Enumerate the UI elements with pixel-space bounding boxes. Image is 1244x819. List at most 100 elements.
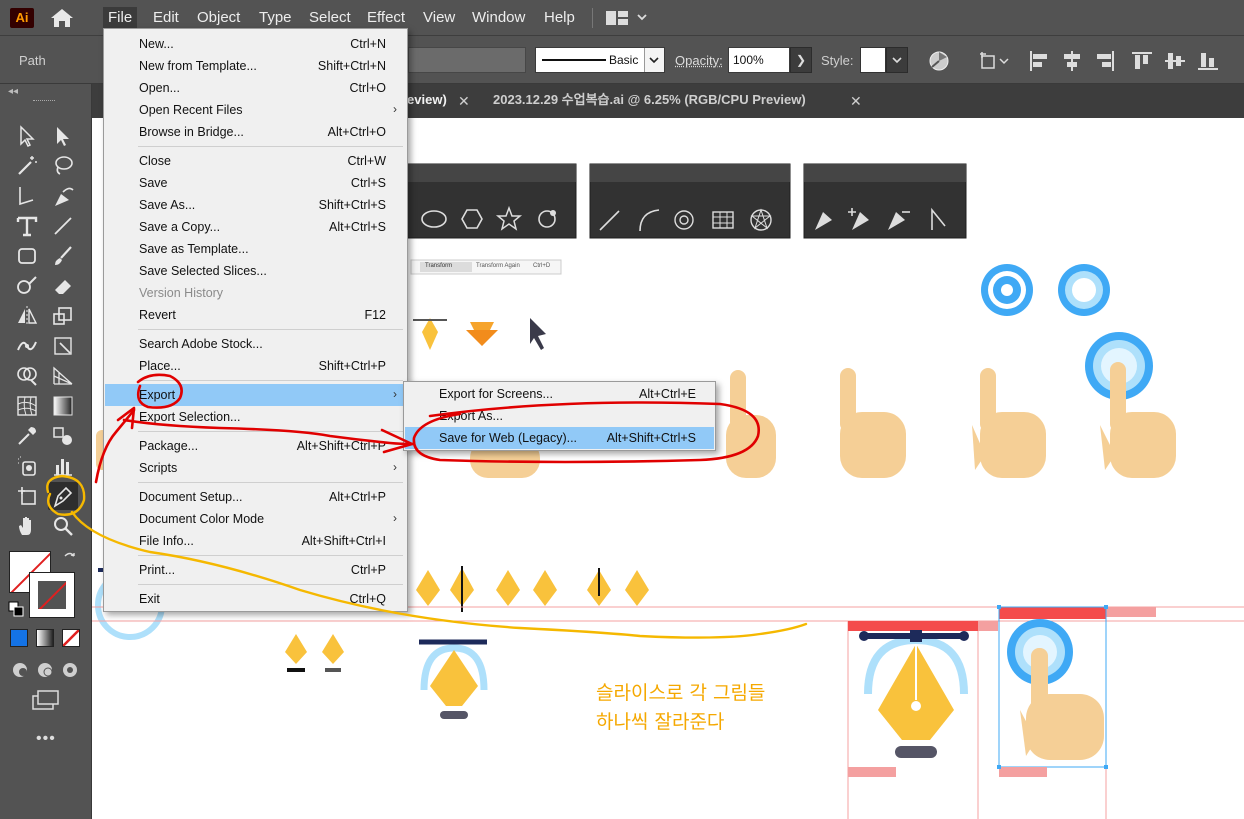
color-mode-button[interactable] (10, 629, 28, 647)
stroke-profile-select[interactable]: Basic (535, 47, 665, 73)
menu-item-export[interactable]: Export › (105, 384, 406, 406)
collapse-icon[interactable]: ◂◂ (8, 86, 18, 97)
mesh-tool-icon[interactable] (12, 392, 42, 420)
menu-item-save-template[interactable]: Save as Template... (105, 238, 406, 260)
menu-item-export-for-screens[interactable]: Export for Screens... Alt+Ctrl+E (405, 383, 714, 405)
menu-effect[interactable]: Effect (362, 7, 410, 29)
artboard-tool-icon[interactable] (12, 482, 42, 510)
menu-item-scripts[interactable]: Scripts › (105, 457, 406, 479)
menu-file[interactable]: File (103, 7, 138, 29)
hand-tool-icon[interactable] (12, 512, 42, 540)
menu-item-save-slices[interactable]: Save Selected Slices... (105, 260, 406, 282)
gradient-tool-icon[interactable] (48, 392, 78, 420)
style-swatch[interactable] (860, 47, 886, 73)
menu-item-search-stock[interactable]: Search Adobe Stock... (105, 333, 406, 355)
menu-item-export-selection[interactable]: Export Selection... (105, 406, 406, 428)
eyedropper-tool-icon[interactable] (12, 422, 42, 450)
menu-item-save-for-web[interactable]: Save for Web (Legacy)... Alt+Shift+Ctrl+S (405, 427, 714, 449)
perspective-grid-tool-icon[interactable] (48, 362, 78, 390)
menu-item-print[interactable]: Print... Ctrl+P (105, 559, 406, 581)
blend-tool-icon[interactable] (48, 422, 78, 450)
default-colors-icon[interactable] (8, 601, 24, 617)
selection-tool-icon[interactable] (12, 122, 42, 150)
menu-view[interactable]: View (418, 7, 460, 29)
symbol-sprayer-tool-icon[interactable] (12, 452, 42, 480)
direct-selection-tool-icon[interactable] (48, 122, 78, 150)
menu-item-new[interactable]: New... Ctrl+N (105, 33, 406, 55)
paintbrush-tool-icon[interactable] (48, 242, 78, 270)
chevron-down-icon[interactable] (886, 47, 908, 73)
workspace-grid-icon[interactable] (605, 9, 651, 27)
opacity-arrow-icon[interactable]: ❯ (790, 47, 812, 73)
type-tool-icon[interactable] (12, 212, 42, 240)
column-graph-tool-icon[interactable] (48, 452, 78, 480)
menu-item-save-as[interactable]: Save As... Shift+Ctrl+S (105, 194, 406, 216)
lasso-tool-icon[interactable] (48, 152, 78, 180)
direct-select-plus-icon[interactable] (12, 182, 42, 210)
align-top-icon[interactable] (1131, 50, 1153, 72)
menu-item-package[interactable]: Package... Alt+Shift+Ctrl+P (105, 435, 406, 457)
menu-edit[interactable]: Edit (148, 7, 184, 29)
shape-builder-tool-icon[interactable] (12, 362, 42, 390)
transform-icon[interactable] (978, 50, 1012, 72)
menu-item-file-info[interactable]: File Info... Alt+Shift+Ctrl+I (105, 530, 406, 552)
chevron-down-icon[interactable] (644, 48, 664, 72)
menu-object[interactable]: Object (192, 7, 245, 29)
menu-item-exit[interactable]: Exit Ctrl+Q (105, 588, 406, 610)
width-tool-icon[interactable] (12, 332, 42, 360)
magic-wand-tool-icon[interactable] (12, 152, 42, 180)
menu-select[interactable]: Select (304, 7, 356, 29)
menu-item-document-color-mode[interactable]: Document Color Mode › (105, 508, 406, 530)
stroke-swatch[interactable] (29, 572, 75, 618)
align-right-icon[interactable] (1094, 50, 1116, 72)
eraser-tool-icon[interactable] (48, 272, 78, 300)
opacity-input[interactable]: 100% (728, 47, 790, 73)
menu-item-close[interactable]: Close Ctrl+W (105, 150, 406, 172)
menu-item-open[interactable]: Open... Ctrl+O (105, 77, 406, 99)
menu-shortcut: Ctrl+N (350, 37, 386, 51)
menu-item-save[interactable]: Save Ctrl+S (105, 172, 406, 194)
menu-item-revert[interactable]: Revert F12 (105, 304, 406, 326)
align-bottom-icon[interactable] (1197, 50, 1219, 72)
menu-type[interactable]: Type (254, 7, 297, 29)
draw-mode-icons[interactable] (10, 660, 82, 680)
gradient-mode-button[interactable] (36, 629, 54, 647)
line-tool-icon[interactable] (48, 212, 78, 240)
screen-mode-icon[interactable] (30, 688, 60, 712)
rectangle-tool-icon[interactable] (12, 242, 42, 270)
tab-previous-document[interactable]: review) (402, 84, 447, 118)
close-icon[interactable]: ✕ (458, 93, 470, 110)
align-left-icon[interactable] (1028, 50, 1050, 72)
menu-item-place[interactable]: Place... Shift+Ctrl+P (105, 355, 406, 377)
shaper-tool-icon[interactable] (12, 272, 42, 300)
close-icon[interactable]: ✕ (850, 93, 862, 110)
align-middle-icon[interactable] (1164, 50, 1186, 72)
menu-item-export-as[interactable]: Export As... (405, 405, 714, 427)
panel-grip[interactable] (33, 100, 55, 103)
menu-separator (138, 146, 403, 147)
menu-item-save-copy[interactable]: Save a Copy... Alt+Ctrl+S (105, 216, 406, 238)
brush-field[interactable] (408, 47, 526, 73)
menu-help[interactable]: Help (539, 7, 580, 29)
menu-item-open-recent[interactable]: Open Recent Files › (105, 99, 406, 121)
menu-separator (138, 380, 403, 381)
opacity-label[interactable]: Opacity: (675, 53, 723, 68)
tab-current-document[interactable]: 2023.12.29 수업복습.ai @ 6.25% (RGB/CPU Prev… (493, 84, 873, 118)
pen-tool-icon[interactable] (48, 482, 78, 510)
align-center-icon[interactable] (1061, 50, 1083, 72)
reflect-tool-icon[interactable] (12, 302, 42, 330)
more-tools-icon[interactable]: ••• (36, 730, 56, 748)
recolor-icon[interactable] (928, 50, 950, 72)
scale-tool-icon[interactable] (48, 302, 78, 330)
menu-item-document-setup[interactable]: Document Setup... Alt+Ctrl+P (105, 486, 406, 508)
menu-window[interactable]: Window (467, 7, 530, 29)
home-icon[interactable] (48, 7, 76, 29)
menu-label: Export for Screens... (439, 387, 553, 401)
curvature-pen-icon[interactable] (48, 182, 78, 210)
none-mode-button[interactable] (62, 629, 80, 647)
free-transform-tool-icon[interactable] (48, 332, 78, 360)
menu-item-new-from-template[interactable]: New from Template... Shift+Ctrl+N (105, 55, 406, 77)
swap-colors-icon[interactable] (62, 550, 78, 566)
menu-item-browse-bridge[interactable]: Browse in Bridge... Alt+Ctrl+O (105, 121, 406, 143)
zoom-tool-icon[interactable] (48, 512, 78, 540)
